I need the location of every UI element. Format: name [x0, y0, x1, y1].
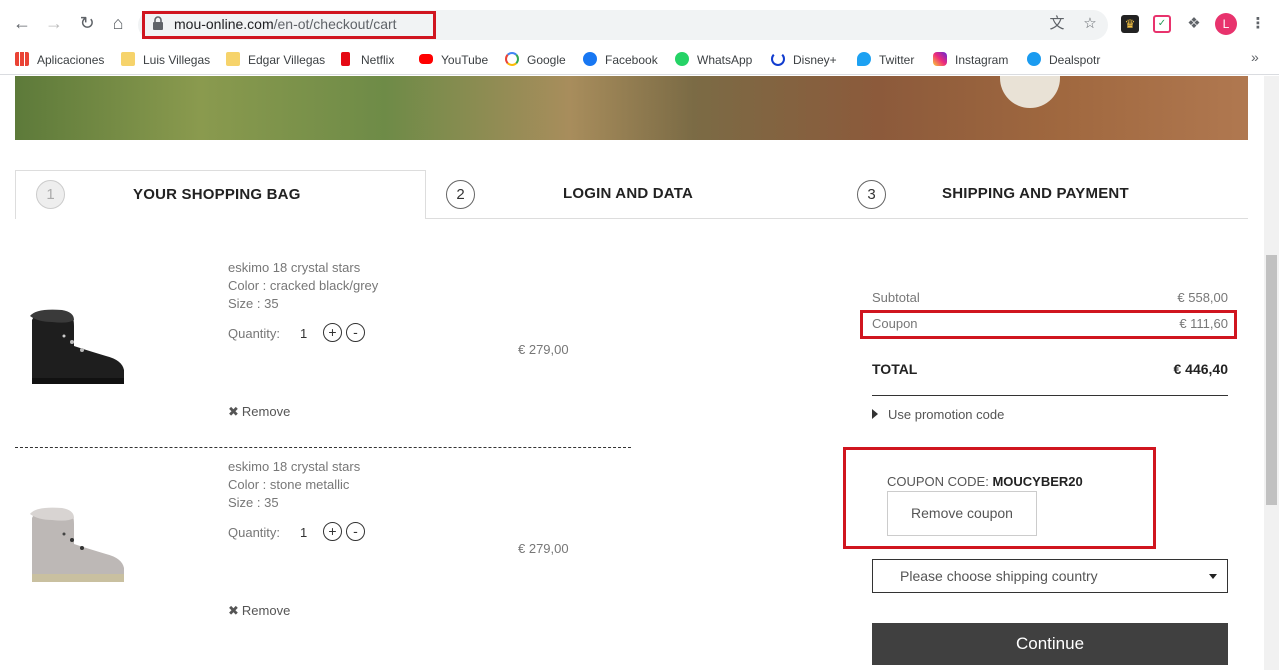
whatsapp-icon — [675, 52, 689, 66]
coupon-code-value: MOUCYBER20 — [992, 474, 1083, 489]
item-1-quantity-value: 1 — [300, 326, 308, 341]
item-2-quantity-label: Quantity: — [228, 525, 281, 540]
coupon-code-text: COUPON CODE: MOUCYBER20 — [887, 474, 1083, 489]
total-label: TOTAL — [872, 361, 918, 377]
step-1-number: 1 — [36, 180, 65, 209]
bookmark-instagram[interactable]: Instagram — [933, 50, 1008, 70]
bookmark-dealspotr[interactable]: Dealspotr — [1027, 50, 1100, 70]
bookmarks-overflow-icon[interactable]: » — [1251, 49, 1259, 65]
disney-icon — [771, 52, 785, 66]
item-1-remove-link[interactable]: ✖ Remove — [228, 404, 290, 420]
bookmark-luis-villegas[interactable]: Luis Villegas — [121, 50, 210, 70]
folder-icon — [121, 52, 135, 66]
bookmarks-bar: Aplicaciones Luis Villegas Edgar Villega… — [0, 46, 1279, 75]
item-2-quantity-value: 1 — [300, 525, 308, 540]
step-2-label[interactable]: LOGIN AND DATA — [563, 185, 693, 202]
item-2-name[interactable]: eskimo 18 crystal stars — [228, 458, 360, 476]
chevron-down-icon — [1209, 574, 1217, 579]
step-1-label: YOUR SHOPPING BAG — [133, 186, 301, 203]
item-1-decrease-button[interactable]: - — [346, 323, 365, 342]
item-1-size: Size : 35 — [228, 296, 279, 311]
crown-extension-icon[interactable]: ♛ — [1121, 15, 1139, 33]
total-divider — [872, 395, 1228, 396]
step-3-label[interactable]: SHIPPING AND PAYMENT — [942, 185, 1129, 202]
steps-divider — [425, 218, 1248, 219]
apps-grid-icon — [15, 52, 29, 66]
kebab-menu-icon[interactable]: ⋮ — [1249, 15, 1267, 33]
item-2-increase-button[interactable]: + — [323, 522, 342, 541]
bookmark-aplicaciones[interactable]: Aplicaciones — [15, 50, 104, 70]
item-1-quantity-label: Quantity: — [228, 326, 281, 341]
home-icon[interactable]: ⌂ — [108, 13, 128, 33]
netflix-icon — [341, 52, 350, 66]
bookmark-edgar-villegas[interactable]: Edgar Villegas — [226, 50, 325, 70]
bookmark-facebook[interactable]: Facebook — [583, 50, 658, 70]
dealspotr-icon — [1027, 52, 1041, 66]
forward-arrow-icon[interactable]: → — [44, 13, 64, 33]
facebook-icon — [583, 52, 597, 66]
instagram-icon — [933, 52, 947, 66]
hero-banner-image — [15, 76, 1248, 140]
promotion-code-toggle[interactable]: Use promotion code — [872, 407, 1004, 422]
item-2-remove-link[interactable]: ✖ Remove — [228, 603, 290, 619]
folder-icon — [226, 52, 240, 66]
url-domain: mou-online.com — [174, 16, 274, 32]
lock-icon — [153, 16, 163, 30]
browser-toolbar: ← → ↻ ⌂ mou-online.com/en-ot/checkout/ca… — [0, 0, 1279, 46]
item-1-name[interactable]: eskimo 18 crystal stars — [228, 259, 360, 277]
total-value: € 446,40 — [1173, 361, 1229, 377]
continue-button[interactable]: Continue — [872, 623, 1228, 665]
bookmark-twitter[interactable]: Twitter — [857, 50, 914, 70]
coupon-value: € 111,60 — [1179, 316, 1228, 331]
subtotal-label: Subtotal — [872, 290, 920, 305]
item-2-color: Color : stone metallic — [228, 477, 350, 492]
item-2-price: € 279,00 — [518, 541, 569, 556]
bookmark-google[interactable]: Google — [505, 50, 566, 70]
item-1-price: € 279,00 — [518, 342, 569, 357]
profile-avatar[interactable]: L — [1215, 13, 1237, 35]
url-text[interactable]: mou-online.com/en-ot/checkout/cart — [174, 16, 397, 32]
remove-coupon-button[interactable]: Remove coupon — [887, 491, 1037, 536]
close-icon: ✖ — [228, 404, 239, 419]
shipping-country-select[interactable]: Please choose shipping country — [872, 559, 1228, 593]
twitter-icon — [857, 52, 871, 66]
url-path: /en-ot/checkout/cart — [273, 16, 397, 32]
scrollbar-thumb[interactable] — [1266, 255, 1277, 505]
bookmark-disney[interactable]: Disney+ — [771, 50, 837, 70]
item-1-color: Color : cracked black/grey — [228, 278, 379, 293]
puzzle-extensions-icon[interactable]: ❖ — [1185, 15, 1203, 33]
bookmark-whatsapp[interactable]: WhatsApp — [675, 50, 752, 70]
bookmark-youtube[interactable]: YouTube — [419, 50, 488, 70]
coupon-label: Coupon — [872, 316, 918, 331]
reload-icon[interactable]: ↻ — [77, 13, 97, 33]
step-3-number[interactable]: 3 — [857, 180, 886, 209]
product-image-black-boot[interactable] — [22, 302, 132, 392]
item-2-decrease-button[interactable]: - — [346, 522, 365, 541]
back-arrow-icon[interactable]: ← — [12, 13, 32, 33]
item-divider — [15, 447, 631, 448]
caret-right-icon — [872, 409, 878, 419]
close-icon: ✖ — [228, 603, 239, 618]
product-image-grey-boot[interactable] — [22, 500, 132, 590]
tab-extension-icon[interactable]: ✓ — [1153, 15, 1171, 33]
item-2-size: Size : 35 — [228, 495, 279, 510]
bookmark-netflix[interactable]: Netflix — [341, 50, 394, 70]
step-2-number[interactable]: 2 — [446, 180, 475, 209]
item-1-increase-button[interactable]: + — [323, 323, 342, 342]
subtotal-value: € 558,00 — [1177, 290, 1228, 305]
google-icon — [505, 52, 519, 66]
star-bookmark-icon[interactable]: ☆ — [1081, 15, 1099, 33]
youtube-icon — [419, 54, 433, 64]
translate-icon[interactable]: 文 — [1048, 15, 1066, 33]
